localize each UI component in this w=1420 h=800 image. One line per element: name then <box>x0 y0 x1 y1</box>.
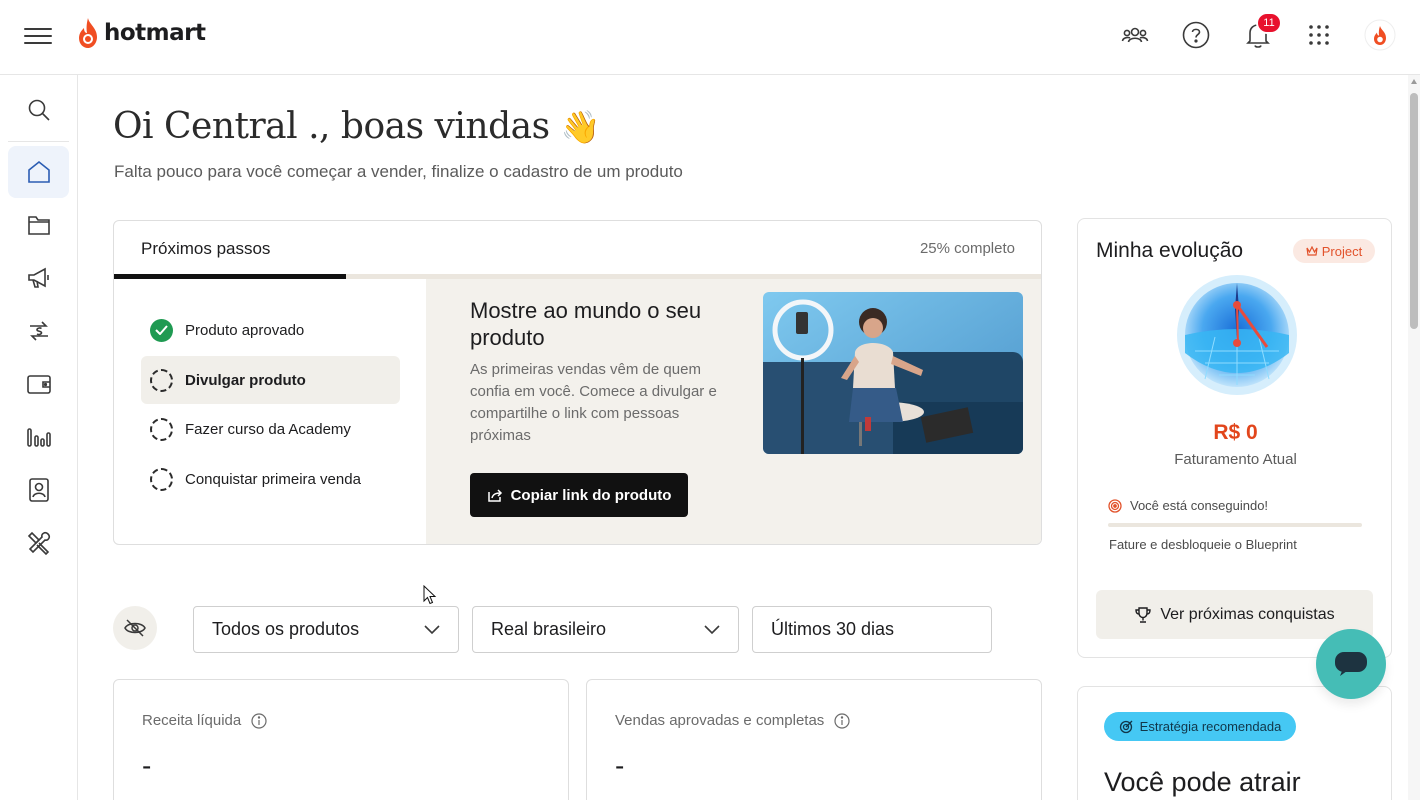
wallet-icon[interactable] <box>8 358 69 410</box>
unlock-blueprint-text: Fature e desbloqueie o Blueprint <box>1109 537 1297 552</box>
net-revenue-value: - <box>142 750 152 781</box>
currency-select-value: Real brasileiro <box>491 619 607 639</box>
product-select-value: Todos os produtos <box>212 619 360 639</box>
step-label: Produto aprovado <box>185 321 305 339</box>
copy-product-link-label: Copiar link do produto <box>510 486 672 504</box>
next-steps-title: Próximos passos <box>141 239 271 258</box>
period-select[interactable]: Últimos 30 dias <box>752 606 992 653</box>
logo-text: hotmart <box>104 20 206 46</box>
folder-icon[interactable] <box>8 199 69 251</box>
approved-sales-card: Vendas aprovadas e completas - <box>586 679 1042 800</box>
pending-circle-icon <box>150 368 173 392</box>
megaphone-icon[interactable] <box>8 252 69 304</box>
current-revenue-value: R$ 0 <box>1213 421 1258 444</box>
recommended-strategy-card: Estratégia recomendada Você pode atrair <box>1077 686 1392 800</box>
top-bar: hotmart 11 <box>0 0 1420 75</box>
approved-sales-label: Vendas aprovadas e completas <box>615 712 825 729</box>
info-icon[interactable] <box>834 712 850 729</box>
approved-sales-value: - <box>615 750 625 781</box>
my-evolution-card: Minha evolução Project R$ 0 Faturamento … <box>1077 218 1392 658</box>
step-detail-title: Mostre ao mundo o seu produto <box>470 298 702 350</box>
recommended-strategy-badge: Estratégia recomendada <box>1104 712 1296 741</box>
net-revenue-label: Receita líquida <box>142 712 242 729</box>
project-badge-label: Project <box>1321 243 1363 259</box>
money-transfer-icon[interactable] <box>8 305 69 357</box>
help-icon[interactable] <box>1180 19 1212 51</box>
sidebar-divider <box>8 141 69 142</box>
hotmart-logo[interactable]: hotmart <box>76 16 206 50</box>
apps-grid-icon[interactable] <box>1303 19 1335 51</box>
menu-icon[interactable] <box>24 26 52 46</box>
strategy-title: Você pode atrair <box>1104 767 1301 797</box>
next-achievements-button[interactable]: Ver próximas conquistas <box>1096 590 1373 639</box>
my-evolution-title: Minha evolução <box>1096 239 1244 262</box>
bar-chart-icon[interactable] <box>8 411 69 463</box>
achievement-text: Você está conseguindo! <box>1130 498 1269 513</box>
chat-bubble-icon <box>1335 652 1367 676</box>
step-label: Fazer curso da Academy <box>185 420 351 438</box>
step-label: Divulgar produto <box>185 371 306 389</box>
search-icon[interactable] <box>8 84 69 136</box>
contact-card-icon[interactable] <box>8 464 69 516</box>
step-detail-text: As primeiras vendas vêm de quem confia e… <box>470 361 717 444</box>
waving-hand-icon: 👋 <box>560 108 601 146</box>
hide-values-button[interactable] <box>113 606 157 650</box>
next-achievements-label: Ver próximas conquistas <box>1160 605 1335 623</box>
period-select-value: Últimos 30 dias <box>771 619 895 639</box>
net-revenue-card: Receita líquida - <box>113 679 569 800</box>
metric-label-row: Receita líquida <box>142 712 267 729</box>
profile-icon[interactable] <box>1364 19 1396 51</box>
notification-badge: 11 <box>1256 12 1282 34</box>
pending-circle-icon <box>150 467 173 491</box>
chevron-down-icon <box>704 624 720 634</box>
page-title: Oi Central ., boas vindas 👋 <box>113 106 600 147</box>
step-academy-course[interactable]: Fazer curso da Academy <box>141 405 400 453</box>
scrollbar-thumb[interactable] <box>1410 93 1418 329</box>
mouse-cursor-icon <box>423 585 437 605</box>
project-badge: Project <box>1293 239 1375 263</box>
sidebar <box>0 75 78 800</box>
eye-off-icon <box>124 619 146 637</box>
scroll-up-arrow-icon[interactable] <box>1411 79 1417 84</box>
progress-label: 25% completo <box>919 240 1015 257</box>
flame-icon <box>79 18 97 48</box>
step-share-product[interactable]: Divulgar produto <box>141 356 400 404</box>
achievement-progress-bar <box>1108 523 1362 527</box>
next-steps-card: Próximos passos 25% completo Produto apr… <box>113 220 1042 545</box>
currency-select[interactable]: Real brasileiro <box>472 606 739 653</box>
chat-button[interactable] <box>1316 629 1386 699</box>
share-link-icon <box>487 489 502 502</box>
evolution-compass-illustration <box>1175 273 1299 397</box>
current-revenue-label: Faturamento Atual <box>1174 451 1297 468</box>
recommended-strategy-label: Estratégia recomendada <box>1139 719 1282 734</box>
crown-icon <box>1306 246 1318 256</box>
metric-label-row: Vendas aprovadas e completas <box>615 712 850 729</box>
target-icon <box>1108 498 1122 513</box>
page-subtitle: Falta pouco para você começar a vender, … <box>114 162 683 181</box>
trophy-icon <box>1135 606 1152 623</box>
step-label: Conquistar primeira venda <box>185 470 361 488</box>
step-first-sale[interactable]: Conquistar primeira venda <box>141 455 400 503</box>
scrollbar[interactable] <box>1408 75 1420 800</box>
home-icon[interactable] <box>8 146 69 198</box>
check-circle-icon <box>150 318 173 342</box>
community-icon[interactable] <box>1119 19 1151 51</box>
tools-icon[interactable] <box>8 517 69 569</box>
pending-circle-icon <box>150 417 173 441</box>
step-product-approved[interactable]: Produto aprovado <box>141 306 400 354</box>
step-detail-panel: Mostre ao mundo o seu produto As primeir… <box>426 279 1041 544</box>
copy-product-link-button[interactable]: Copiar link do produto <box>470 473 688 517</box>
strategy-target-icon <box>1119 720 1133 734</box>
info-icon[interactable] <box>251 712 267 729</box>
product-select[interactable]: Todos os produtos <box>193 606 459 653</box>
greeting-text: Oi Central ., boas vindas <box>113 106 550 147</box>
chevron-down-icon <box>424 624 440 634</box>
achievement-status: Você está conseguindo! <box>1108 498 1268 513</box>
influencer-photo <box>763 292 1023 454</box>
steps-list: Produto aprovado Divulgar produto Fazer … <box>114 279 426 544</box>
